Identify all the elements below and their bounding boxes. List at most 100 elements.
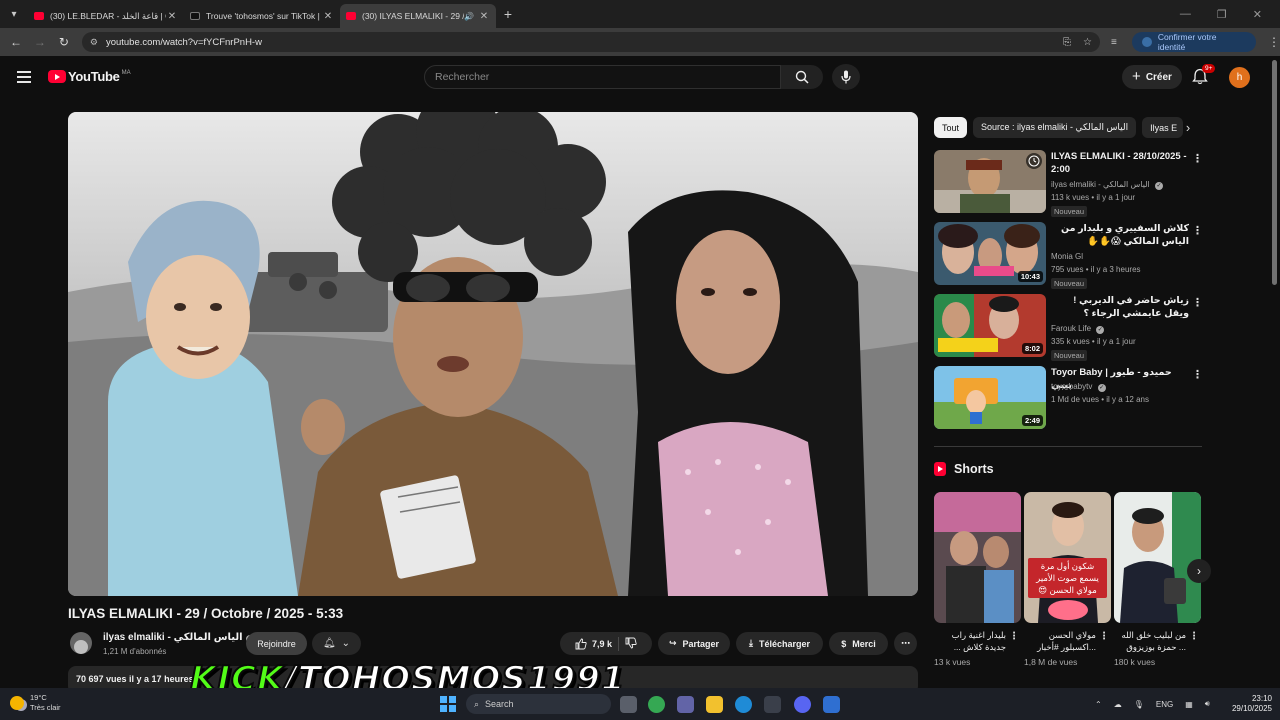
short-item[interactable]: بليدار اغنية راب جديدة كلاش ... 13 k vue… (934, 492, 1021, 667)
close-tab-icon[interactable]: ✕ (166, 11, 178, 22)
more-options-icon[interactable]: ⋮ (1189, 631, 1199, 642)
teams-icon[interactable] (677, 696, 694, 713)
short-thumbnail[interactable] (934, 492, 1021, 623)
youtube-logo[interactable]: YouTube MA (48, 69, 131, 84)
more-options-icon[interactable]: ⋮ (1192, 152, 1203, 165)
chip-all[interactable]: Tout (934, 117, 968, 138)
rec-title[interactable]: ILYAS ELMALIKI - 28/10/2025 - 2:00 (1051, 150, 1189, 176)
browser-tab-3-active[interactable]: (30) ILYAS ELMALIKI - 29 / O 🔊 ✕ (340, 4, 496, 28)
cast-icon[interactable]: ⎘ (1063, 37, 1071, 48)
more-options-icon[interactable]: ⋮ (1009, 631, 1019, 642)
browser-tab-bar: ▾ (30) LE.BLEDAR - قاعة الخلد | Offi ✕ T… (0, 0, 1280, 28)
video-player[interactable] (68, 112, 918, 596)
download-icon: ⤓ (748, 638, 753, 648)
short-thumbnail-image (934, 492, 1021, 623)
chevron-up-icon[interactable]: ⌃ (1095, 700, 1102, 709)
recommendation-item[interactable]: 8:02 زياش حاضر في الديربي !ويقل عايمشي ا… (934, 294, 1204, 361)
search-button[interactable] (781, 65, 823, 89)
shorts-next-chevron-icon[interactable]: › (1187, 559, 1211, 583)
voice-search-button[interactable] (832, 64, 860, 90)
channel-name: ilyas elmaliki - الياس المالكي (103, 632, 243, 643)
new-tab-button[interactable]: + (496, 6, 520, 22)
browser-menu-icon[interactable]: ⋮ (1268, 35, 1280, 49)
close-tab-icon[interactable]: ✕ (478, 11, 490, 22)
rec-title[interactable]: زياش حاضر في الديربي !ويقل عايمشي الرجاء… (1051, 294, 1189, 320)
join-button[interactable]: Rejoindre (246, 632, 307, 655)
recommendation-item[interactable]: 2:49 Toyor Baby | حميدو - طيور بيبي toyo… (934, 366, 1204, 430)
weather-widget[interactable]: 19°C Très clair (10, 693, 61, 713)
recommendation-item[interactable]: ILYAS ELMALIKI - 28/10/2025 - 2:00 ilyas… (934, 150, 1204, 217)
close-window-icon[interactable]: ✕ (1253, 8, 1262, 21)
edge-icon[interactable] (735, 696, 752, 713)
media-control-icon[interactable]: ≡ (1104, 37, 1124, 48)
video-thumbnail[interactable]: 10:43 (934, 222, 1046, 285)
windows-start-icon[interactable] (440, 696, 456, 712)
site-info-icon[interactable]: ⚙ (90, 37, 98, 48)
like-dislike-group: 7,9 k (560, 632, 652, 655)
recommendation-item[interactable]: 10:43 كلاش السفييري و بليدار من الياس ال… (934, 222, 1204, 289)
forward-arrow-icon[interactable]: → (28, 35, 52, 49)
channel-avatar[interactable] (70, 632, 92, 654)
bookmark-star-icon[interactable]: ☆ (1083, 37, 1092, 48)
download-button[interactable]: ⤓ Télécharger (736, 632, 823, 655)
guide-menu-icon[interactable] (17, 71, 31, 86)
system-clock[interactable]: 23:10 29/10/2025 (1226, 694, 1272, 714)
chip-source-channel[interactable]: Source : ilyas elmaliki - الياس المالكي (973, 117, 1137, 138)
video-thumbnail[interactable]: 2:49 (934, 366, 1046, 429)
address-bar[interactable]: ⚙ youtube.com/watch?v=fYCFnrPnH-w ⎘ ☆ (81, 32, 1100, 52)
chip-ilyas[interactable]: Ilyas E (1142, 117, 1184, 138)
tab-search-dropdown-icon[interactable]: ▾ (0, 0, 28, 28)
back-arrow-icon[interactable]: ← (4, 35, 28, 49)
search-icon: ⌕ (474, 698, 480, 709)
chevron-right-icon[interactable]: › (1178, 117, 1198, 138)
thanks-button[interactable]: $ Merci (829, 632, 888, 655)
share-button[interactable]: ↪ Partager (658, 632, 730, 655)
short-item[interactable]: شكون أول مرة يسمع صوت الأمير مولاي الحسن… (1024, 492, 1111, 667)
speaker-icon[interactable]: 🔊 (464, 12, 474, 21)
microphone-icon[interactable]: 🎙︎ (1134, 700, 1144, 709)
tab-title: (30) ILYAS ELMALIKI - 29 / O (362, 11, 465, 21)
file-explorer-icon[interactable] (706, 696, 723, 713)
create-button[interactable]: + Créer (1122, 65, 1182, 89)
more-options-icon[interactable]: ⋮ (1099, 631, 1109, 642)
subscription-notifications-button[interactable]: 🔔︎ ⌄ (312, 632, 361, 655)
language-indicator[interactable]: ENG (1156, 700, 1173, 709)
volume-icon[interactable]: 🔊︎ (1205, 699, 1210, 709)
more-options-icon[interactable]: ⋮ (1192, 368, 1203, 381)
task-view-icon[interactable] (620, 696, 637, 713)
like-button[interactable]: 7,9 k (575, 638, 612, 650)
channel-name-link[interactable]: ilyas elmaliki - الياس المالكي✓ (103, 632, 254, 643)
tray-app-icon[interactable]: ☁ (1114, 700, 1122, 709)
reload-icon[interactable]: ↻ (52, 35, 76, 49)
close-tab-icon[interactable]: ✕ (322, 11, 334, 22)
video-thumbnail[interactable]: 8:02 (934, 294, 1046, 357)
browser-tab-2[interactable]: Trouve 'tohosmos' sur TikTok | Re ✕ (184, 4, 340, 28)
more-options-icon[interactable]: ⋮ (1192, 224, 1203, 237)
discord-icon[interactable] (794, 696, 811, 713)
tab-title: (30) LE.BLEDAR - قاعة الخلد | Offi (50, 10, 166, 21)
short-item[interactable]: من لبليب خلق الله ... حمزة بوزيزوق 180 k… (1114, 492, 1201, 667)
search-input[interactable]: Rechercher (424, 65, 781, 89)
more-options-icon[interactable]: ⋮ (1192, 296, 1203, 309)
notifications-button[interactable]: 9+ (1192, 64, 1216, 86)
browser-tab-1[interactable]: (30) LE.BLEDAR - قاعة الخلد | Offi ✕ (28, 4, 184, 28)
page-scrollbar[interactable] (1272, 60, 1277, 285)
security-shield-icon[interactable] (823, 696, 840, 713)
chrome-icon[interactable] (648, 696, 665, 713)
minimize-icon[interactable]: — (1180, 8, 1191, 21)
store-icon[interactable] (764, 696, 781, 713)
new-badge: Nouveau (1051, 278, 1088, 289)
account-avatar[interactable]: h (1229, 67, 1250, 88)
confirm-identity-button[interactable]: Confirmer votre identité (1131, 32, 1257, 52)
short-thumbnail[interactable] (1114, 492, 1201, 623)
network-icon[interactable]: ▦ (1185, 700, 1193, 709)
dislike-button[interactable] (625, 637, 637, 651)
taskbar-search-box[interactable]: ⌕ Search (466, 694, 611, 714)
more-actions-icon[interactable]: ⋯ (894, 632, 917, 655)
shorts-header: Shorts (934, 462, 994, 476)
restore-icon[interactable]: ❐ (1217, 8, 1227, 21)
rec-title[interactable]: كلاش السفييري و بليدار من الياس المالكي … (1051, 222, 1189, 248)
short-thumbnail[interactable]: شكون أول مرة يسمع صوت الأمير مولاي الحسن… (1024, 492, 1111, 623)
video-thumbnail[interactable] (934, 150, 1046, 213)
video-duration: 2:49 (1021, 415, 1043, 426)
